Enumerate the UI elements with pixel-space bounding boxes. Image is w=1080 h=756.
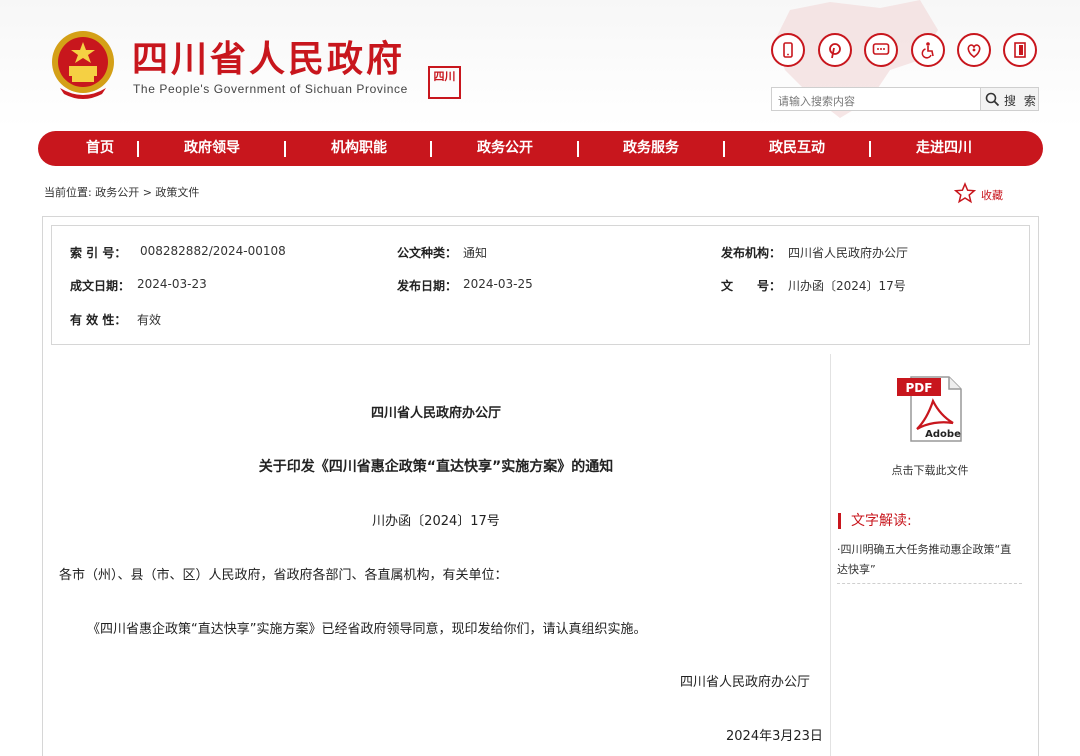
meta-value: 有效 <box>137 313 162 327</box>
column-divider <box>830 354 831 756</box>
pdf-brand: Adobe <box>925 429 961 440</box>
nav-item-about-sichuan[interactable]: 走进四川 <box>884 131 1004 166</box>
meta-key: 索 引 号： <box>70 246 127 260</box>
meta-value: 2024-03-23 <box>137 277 207 291</box>
document-recipients: 各市（州）、县（市、区）人民政府，省政府各部门、各直属机构，有关单位： <box>59 568 508 583</box>
interpretation-link[interactable]: ·四川明确五大任务推动惠企政策“直达快享” <box>837 540 1022 580</box>
nav-item-home[interactable]: 首页 <box>40 131 160 166</box>
interpretation-heading: 文字解读: <box>838 513 912 529</box>
search-button-label: 搜 索 <box>1004 94 1038 108</box>
meta-key: 公文种类： <box>397 246 458 260</box>
meta-key: 发布机构： <box>721 246 782 260</box>
search-icon <box>985 92 1000 107</box>
document-number: 川办函〔2024〕17号 <box>372 514 500 529</box>
nav-item-interaction[interactable]: 政民互动 <box>737 131 857 166</box>
site-subtitle: The People's Government of Sichuan Provi… <box>133 82 408 96</box>
sichuan-seal-logo: 四川 <box>428 66 461 99</box>
utility-icons <box>771 33 1041 73</box>
pdf-badge: PDF <box>906 381 933 395</box>
nav-item-leaders[interactable]: 政府领导 <box>152 131 272 166</box>
breadcrumb[interactable]: 当前位置: 政务公开 > 政策文件 <box>44 184 199 200</box>
nav-separator <box>284 141 286 157</box>
document-signature: 四川省人民政府办公厅 <box>680 675 811 690</box>
accessibility-icon[interactable] <box>911 33 945 67</box>
message-icon[interactable] <box>864 33 898 67</box>
pinterest-like-icon[interactable] <box>818 33 852 67</box>
exit-icon[interactable] <box>1003 33 1037 67</box>
meta-index: 索 引 号： 008282882/2024-00108 <box>70 244 286 261</box>
document-date: 2024年3月23日 <box>726 729 823 744</box>
document-issuer: 四川省人民政府办公厅 <box>370 406 501 421</box>
pdf-download-icon[interactable]: PDF Adobe <box>897 373 965 443</box>
star-icon <box>954 182 976 204</box>
document-title: 关于印发《四川省惠企政策“直达快享”实施方案》的通知 <box>258 459 614 475</box>
meta-doc-number: 文 号： 川办函〔2024〕17号 <box>721 277 906 294</box>
meta-written-date: 成文日期： 2024-03-23 <box>70 277 207 294</box>
site-title[interactable]: 四川省人民政府 <box>132 38 405 82</box>
mobile-icon[interactable] <box>771 33 805 67</box>
meta-value: 2024-03-25 <box>463 277 533 291</box>
main-nav: 首页 政府领导 机构职能 政务公开 政务服务 政民互动 走进四川 <box>38 131 1043 166</box>
meta-key: 文 号： <box>721 279 782 293</box>
seal-text: 四川 <box>433 70 456 83</box>
meta-value: 川办函〔2024〕17号 <box>788 279 906 293</box>
meta-value: 008282882/2024-00108 <box>140 244 286 258</box>
search-input[interactable]: 请输入搜索内容 <box>771 87 981 111</box>
national-emblem-logo <box>52 31 114 99</box>
meta-validity: 有 效 性： 有效 <box>70 311 161 328</box>
download-file-link[interactable]: 点击下载此文件 <box>850 462 1010 478</box>
site-header: 四川省人民政府 The People's Government of Sichu… <box>0 0 1080 128</box>
document-metadata: 索 引 号： 008282882/2024-00108 公文种类： 通知 发布机… <box>51 225 1030 345</box>
search-button[interactable]: 搜 索 <box>981 87 1039 111</box>
interpretation-divider <box>837 583 1022 584</box>
meta-key: 成文日期： <box>70 279 131 293</box>
meta-type: 公文种类： 通知 <box>397 244 487 261</box>
nav-separator <box>577 141 579 157</box>
elderly-care-icon[interactable] <box>957 33 991 67</box>
meta-key: 发布日期： <box>397 279 458 293</box>
meta-value: 通知 <box>463 246 488 260</box>
nav-separator <box>869 141 871 157</box>
document-body: 《四川省惠企政策“直达快享”实施方案》已经省政府领导同意，现印发给你们，请认真组… <box>87 622 647 637</box>
meta-published-date: 发布日期： 2024-03-25 <box>397 277 533 294</box>
nav-separator <box>430 141 432 157</box>
favorite-label: 收藏 <box>981 189 1003 202</box>
meta-issuer: 发布机构： 四川省人民政府办公厅 <box>721 244 908 261</box>
meta-key: 有 效 性： <box>70 313 127 327</box>
nav-item-institutions[interactable]: 机构职能 <box>299 131 419 166</box>
nav-item-services[interactable]: 政务服务 <box>591 131 711 166</box>
nav-separator <box>723 141 725 157</box>
meta-value: 四川省人民政府办公厅 <box>788 246 909 260</box>
nav-separator <box>137 141 139 157</box>
nav-item-gov-affairs[interactable]: 政务公开 <box>445 131 565 166</box>
